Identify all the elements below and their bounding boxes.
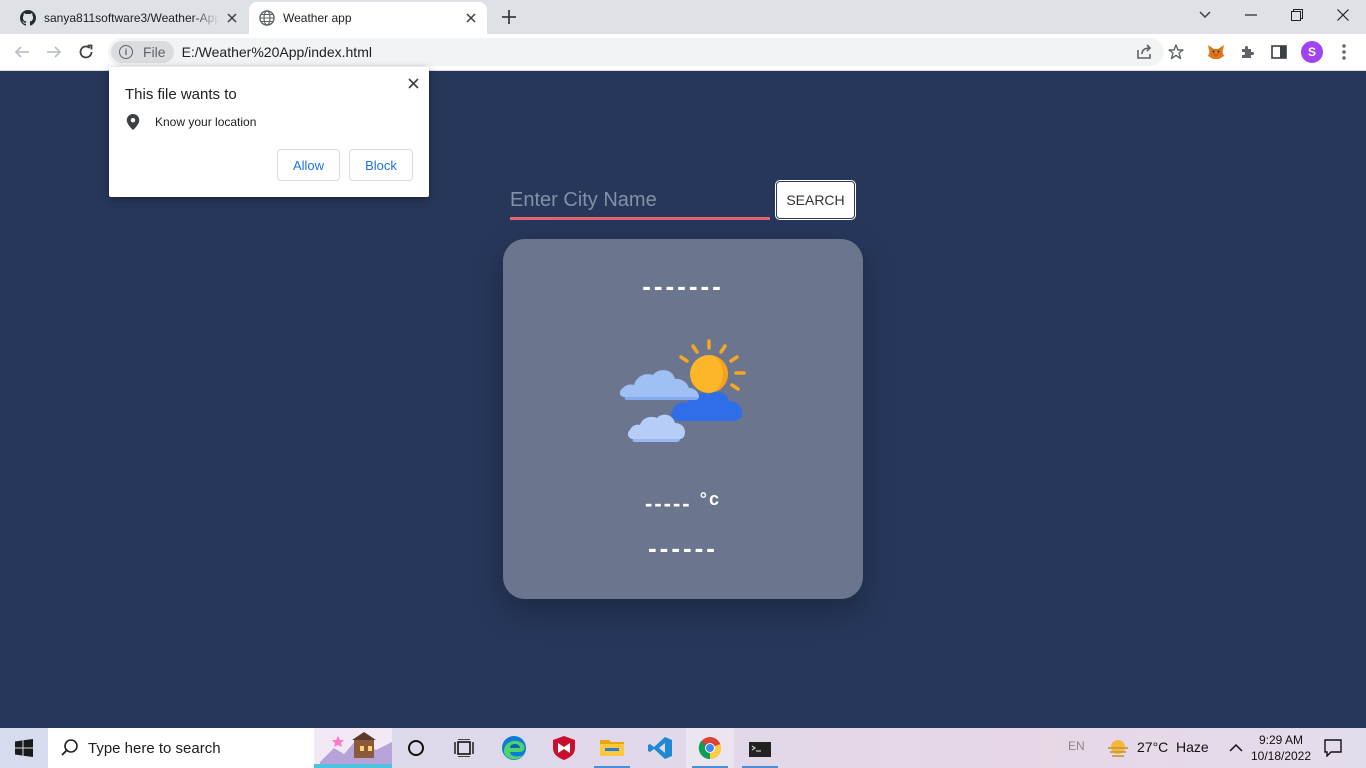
close-icon[interactable] [405,75,421,91]
tab-title: sanya811software3/Weather-App [44,11,219,25]
permission-row: Know your location [126,114,256,130]
weather-condition-tray[interactable]: Haze [1176,739,1209,755]
city-search-input[interactable] [510,184,770,220]
search-button[interactable]: SEARCH [776,181,855,219]
location-permission-popup: This file wants to Know your location Al… [109,67,429,197]
extensions-puzzle-icon[interactable] [1237,41,1259,63]
vscode-icon[interactable] [636,728,684,768]
clock-date: 10/18/2022 [1250,749,1312,763]
weather-haze-icon[interactable] [1106,738,1130,758]
weather-temp[interactable]: 27°C [1137,739,1168,755]
windows-taskbar: Type here to search EN 27°C Haze 9:29 AM… [0,728,1366,768]
chevron-up-icon[interactable] [1229,743,1243,752]
mcafee-shield-icon[interactable] [540,728,588,768]
edge-browser-icon[interactable] [490,728,538,768]
task-view-icon[interactable] [440,728,488,768]
menu-kebab-icon[interactable] [1333,41,1355,63]
close-window-button[interactable] [1320,0,1366,30]
taskbar-search-placeholder: Type here to search [88,739,221,757]
tab-strip: sanya811software3/Weather-App Weather ap… [0,0,1366,34]
metamask-fox-icon[interactable] [1205,41,1227,63]
search-icon [61,739,78,756]
globe-icon [259,10,275,26]
block-button[interactable]: Block [349,149,413,181]
file-explorer-icon[interactable] [588,728,636,768]
back-arrow-icon[interactable] [10,40,34,64]
weather-condition: ------ [648,533,718,563]
language-indicator[interactable]: EN [1068,739,1085,753]
clock-time: 9:29 AM [1258,733,1304,747]
close-icon[interactable] [224,10,240,26]
taskbar-search-box[interactable]: Type here to search [48,728,392,768]
location-pin-icon [126,114,140,130]
site-info-chip[interactable]: i File [111,41,174,63]
side-panel-icon[interactable] [1268,41,1290,63]
windows-start-icon[interactable] [0,728,48,768]
tab-weather-app[interactable]: Weather app [249,2,487,34]
github-icon [20,10,36,26]
city-name: ------- [642,271,724,301]
search-highlight-illustration-icon [314,728,392,768]
chip-label: File [143,44,166,60]
notification-icon[interactable] [1324,739,1342,757]
chrome-icon[interactable] [686,728,734,768]
address-bar[interactable]: i File E:/Weather%20App/index.html [108,38,1164,66]
tab-title: Weather app [283,11,352,25]
reload-icon[interactable] [74,40,98,64]
command-prompt-icon[interactable] [736,728,784,768]
allow-button[interactable]: Allow [277,149,340,181]
share-icon[interactable] [1133,41,1155,63]
browser-toolbar: i File E:/Weather%20App/index.html S [0,34,1366,71]
close-icon[interactable] [463,10,479,26]
tab-github[interactable]: sanya811software3/Weather-App [8,2,248,34]
popup-title: This file wants to [125,86,237,103]
restore-button[interactable] [1274,0,1320,30]
url-text[interactable]: E:/Weather%20App/index.html [182,44,372,60]
minimize-button[interactable] [1228,0,1274,30]
system-clock[interactable]: 9:29 AM 10/18/2022 [1250,732,1312,764]
weather-card: ------- ----- °c ------ [503,239,863,599]
permission-label: Know your location [155,115,257,129]
temperature-unit: °c [699,489,721,509]
info-icon: i [119,45,133,59]
partly-cloudy-icon [619,339,746,442]
new-tab-button[interactable] [498,6,520,28]
temperature-value: ----- [645,491,692,516]
profile-avatar[interactable]: S [1301,41,1323,63]
cortana-circle-icon[interactable] [392,728,440,768]
bookmark-star-icon[interactable] [1165,41,1187,63]
tab-search-button[interactable] [1182,0,1228,30]
temperature-display: ----- °c [503,489,863,517]
forward-arrow-icon[interactable] [42,40,66,64]
